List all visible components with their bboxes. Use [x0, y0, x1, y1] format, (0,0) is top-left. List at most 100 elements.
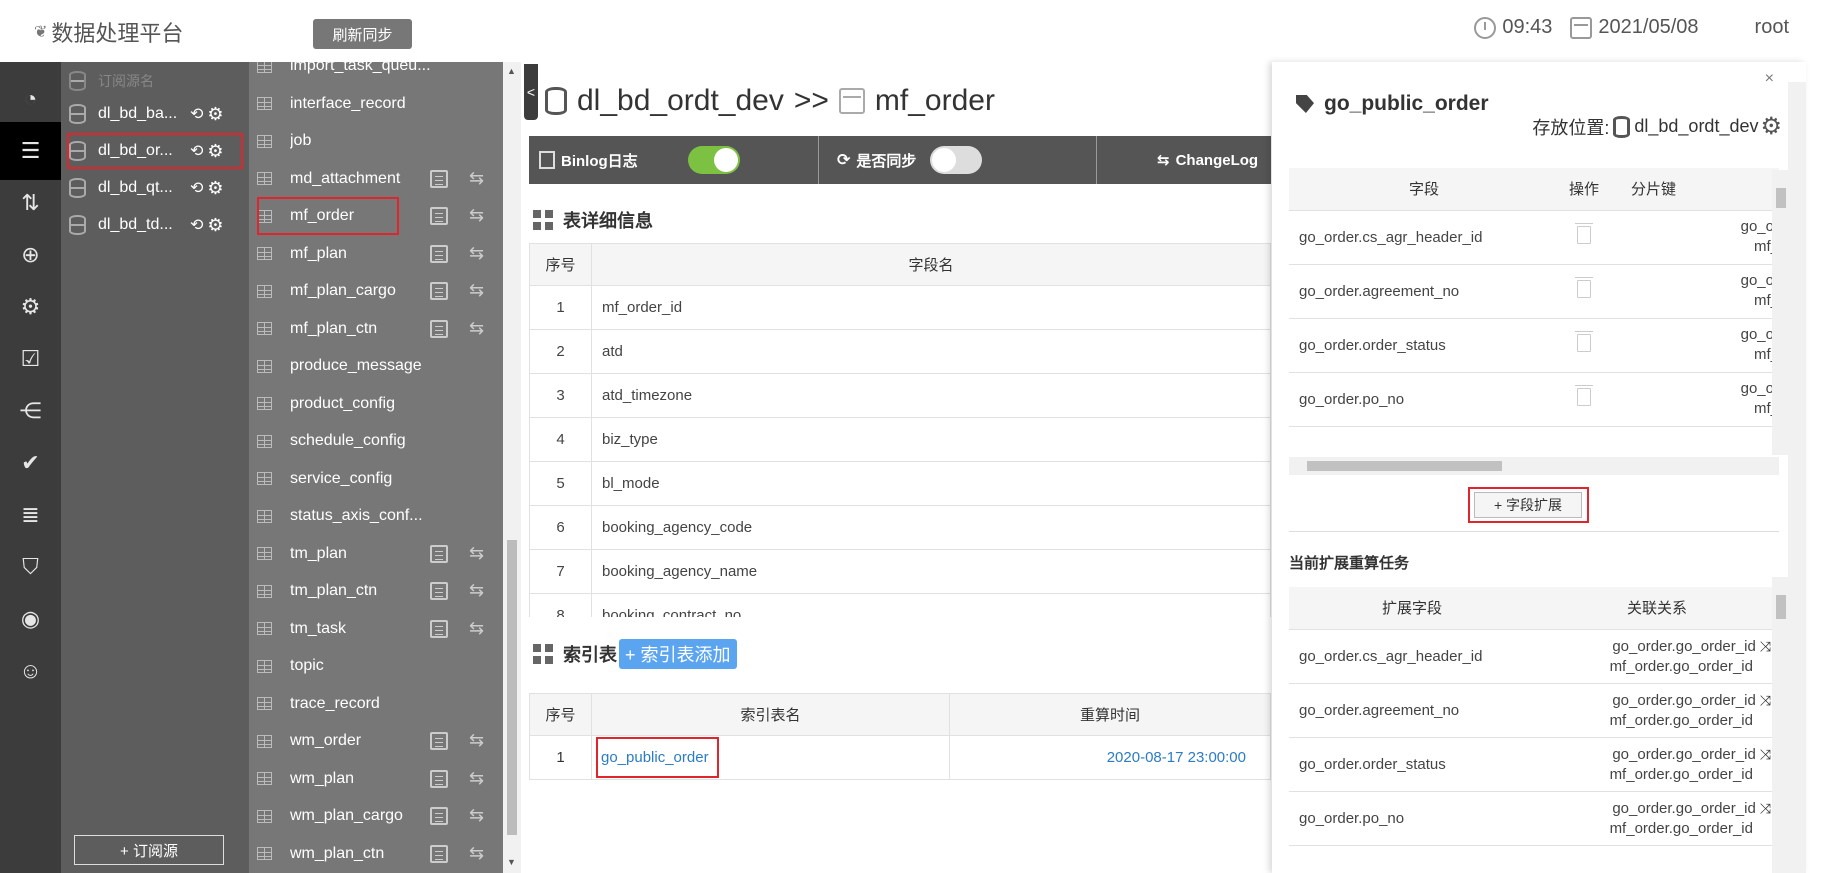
table-list-item[interactable]: topic: [257, 650, 493, 682]
document-icon[interactable]: [430, 582, 448, 600]
scrollbar-thumb[interactable]: [507, 540, 517, 835]
swap-icon[interactable]: ⇆: [469, 843, 484, 864]
shuffle-icon[interactable]: ⤨: [1760, 746, 1771, 762]
table-list-item[interactable]: import_task_queu...: [257, 62, 493, 82]
panel-scrollbar[interactable]: [1788, 82, 1806, 873]
gear-icon[interactable]: ⚙: [1760, 112, 1782, 141]
gear-icon[interactable]: ⚙: [207, 178, 223, 199]
shuffle-icon[interactable]: ⤨: [1760, 638, 1771, 654]
table-list-item[interactable]: wm_plan_cargo ⇆: [257, 800, 493, 832]
swap-icon[interactable]: ⇆: [469, 768, 484, 789]
swap-icon[interactable]: ⇆: [469, 205, 484, 226]
gear-icon[interactable]: ⚙: [207, 104, 223, 125]
check-report-icon[interactable]: ✔: [0, 434, 61, 492]
binlog-toggle[interactable]: [687, 146, 740, 174]
refresh-sync-button[interactable]: 刷新同步: [313, 19, 412, 49]
shuffle-icon[interactable]: ⤨: [1760, 692, 1771, 708]
table-list-item[interactable]: wm_plan_ctn ⇆: [257, 838, 493, 870]
dashboard-icon[interactable]: ◔: [0, 70, 61, 128]
document-icon[interactable]: [430, 769, 448, 788]
index-table-link[interactable]: go_public_order: [596, 737, 719, 778]
sync-icon[interactable]: ⟲: [190, 104, 203, 124]
table-list-item[interactable]: mf_order ⇆: [257, 197, 493, 235]
swap-icon[interactable]: ⇆: [469, 318, 484, 339]
table-list-item[interactable]: md_attachment ⇆: [257, 163, 493, 195]
table-list-item[interactable]: mf_plan_ctn ⇆: [257, 313, 493, 345]
sync-cell: ⟳ 是否同步: [819, 136, 1097, 184]
table-list-item[interactable]: status_axis_conf...: [257, 500, 493, 532]
db-settings-icon[interactable]: ⚙: [0, 278, 61, 336]
table-list-item[interactable]: product_config: [257, 388, 493, 420]
trash-icon[interactable]: [1575, 385, 1593, 406]
swap-icon[interactable]: ⇆: [469, 168, 484, 189]
db-list-icon[interactable]: ≣: [0, 486, 61, 544]
table-list-item[interactable]: job: [257, 125, 493, 157]
collapse-panel-button[interactable]: <: [524, 64, 538, 120]
close-icon[interactable]: ×: [1765, 70, 1774, 88]
user-name[interactable]: root: [1755, 16, 1789, 39]
table-list-item[interactable]: produce_message: [257, 350, 493, 382]
source-item[interactable]: dl_bd_or... ⟲ ⚙: [67, 133, 243, 169]
document-icon[interactable]: [430, 244, 448, 263]
swap-icon[interactable]: ⇆: [469, 243, 484, 264]
table-list-item[interactable]: wm_order ⇆: [257, 725, 493, 757]
sync-icon[interactable]: ⟲: [190, 215, 203, 235]
sync-icon[interactable]: ⟲: [190, 141, 203, 161]
eye-icon[interactable]: ◉: [0, 590, 61, 648]
shuffle-icon[interactable]: ⤨: [1760, 800, 1771, 816]
add-index-table-button[interactable]: + 索引表添加: [619, 639, 737, 669]
swap-icon[interactable]: ⇆: [469, 730, 484, 751]
table-list-item[interactable]: mf_plan_cargo ⇆: [257, 275, 493, 307]
document-icon[interactable]: [430, 732, 448, 750]
app-logo[interactable]: ❦ 数据处理平台: [34, 16, 183, 48]
document-icon[interactable]: [430, 282, 448, 300]
table-list-item[interactable]: interface_record: [257, 88, 493, 120]
document-icon[interactable]: [430, 169, 448, 188]
table-list-item[interactable]: schedule_config: [257, 425, 493, 457]
table-list-item[interactable]: mf_plan ⇆: [257, 238, 493, 270]
document-icon[interactable]: [430, 807, 448, 825]
scroll-down-arrow-icon[interactable]: ▼: [507, 857, 516, 867]
changelog-cell[interactable]: ⇆ ChangeLog: [1097, 136, 1271, 184]
document-icon[interactable]: [430, 544, 448, 563]
swap-icon[interactable]: ⇆: [469, 580, 484, 601]
table-list-scrollbar[interactable]: ▲ ▼: [503, 62, 521, 873]
source-item[interactable]: dl_bd_ba... ⟲ ⚙: [69, 98, 241, 130]
table-item-label: product_config: [290, 394, 395, 412]
sync-toggle[interactable]: [930, 146, 983, 174]
field-table-hscrollbar[interactable]: [1289, 457, 1779, 475]
field-expand-button[interactable]: + 字段扩展: [1474, 492, 1582, 518]
task-list-icon[interactable]: ☑: [0, 330, 61, 388]
table-list-item[interactable]: tm_plan ⇆: [257, 538, 493, 570]
source-item[interactable]: dl_bd_qt... ⟲ ⚙: [69, 172, 241, 204]
document-icon[interactable]: [430, 619, 448, 638]
user-settings-icon[interactable]: ☺: [0, 642, 61, 700]
clock-icon: [1474, 16, 1497, 39]
swap-icon[interactable]: ⇆: [469, 280, 484, 301]
table-list-item[interactable]: tm_plan_ctn ⇆: [257, 575, 493, 607]
trash-icon[interactable]: [1575, 223, 1593, 244]
swap-icon[interactable]: ⇆: [469, 543, 484, 564]
add-subscription-button[interactable]: + 订阅源: [74, 835, 224, 865]
sync-icon[interactable]: ⟲: [190, 178, 203, 198]
db-add-icon[interactable]: ⊕: [0, 226, 61, 284]
document-icon[interactable]: [430, 207, 448, 225]
table-list-item[interactable]: tm_task ⇆: [257, 613, 493, 645]
swap-icon[interactable]: ⇆: [469, 805, 484, 826]
flow-icon[interactable]: ⋲: [0, 382, 61, 440]
sort-icon[interactable]: ⇅: [0, 174, 61, 232]
document-icon[interactable]: [430, 844, 448, 863]
table-list-item[interactable]: trace_record: [257, 688, 493, 720]
database-icon[interactable]: ☰: [0, 122, 61, 180]
document-icon[interactable]: [430, 319, 448, 338]
table-list-item[interactable]: service_config: [257, 463, 493, 495]
scroll-up-arrow-icon[interactable]: ▲: [507, 66, 516, 76]
source-item[interactable]: dl_bd_td... ⟲ ⚙: [69, 209, 241, 241]
trash-icon[interactable]: [1575, 277, 1593, 298]
gear-icon[interactable]: ⚙: [207, 215, 223, 236]
trash-icon[interactable]: [1575, 331, 1593, 352]
table-list-item[interactable]: wm_plan ⇆: [257, 763, 493, 795]
gear-icon[interactable]: ⚙: [207, 141, 223, 162]
shield-icon[interactable]: ⛉: [0, 538, 61, 596]
swap-icon[interactable]: ⇆: [469, 618, 484, 639]
